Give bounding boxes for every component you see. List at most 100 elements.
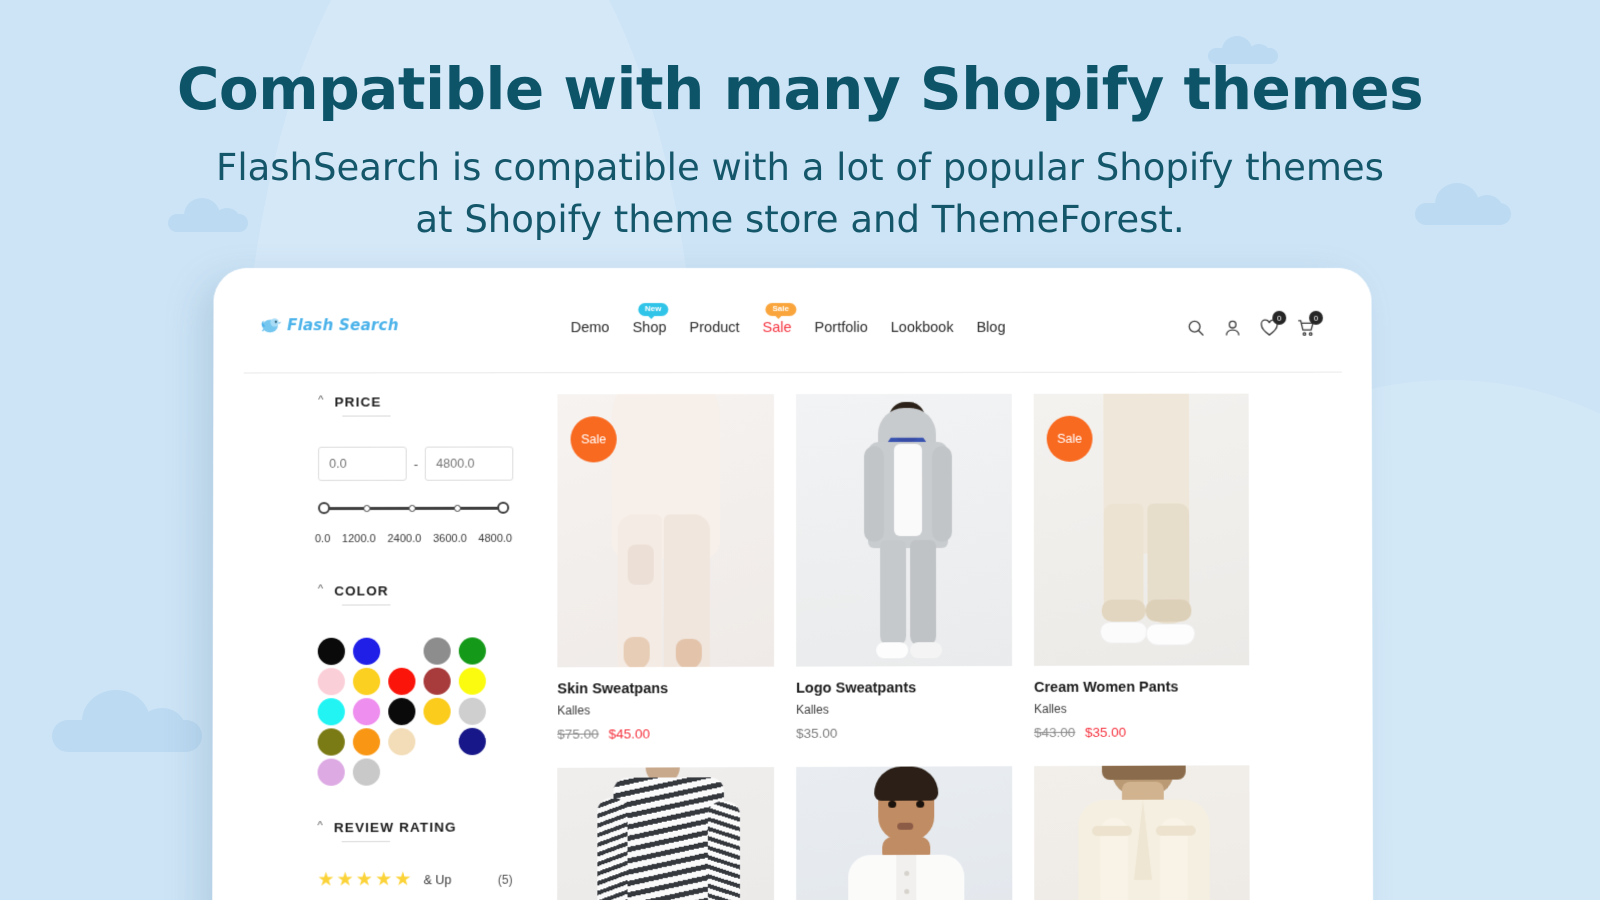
product-photo-cream-lace-blouse <box>1034 765 1250 900</box>
nav-item-sale-label: Sale <box>762 320 792 337</box>
nav-item-lookbook[interactable]: Lookbook <box>891 320 954 336</box>
color-swatch[interactable] <box>317 698 345 726</box>
product-card[interactable]: Sale Cream Women Pants Kalles $43.00 $35… <box>1033 393 1250 740</box>
color-swatch[interactable] <box>458 697 486 725</box>
review-rating-count: (5) <box>497 872 513 887</box>
color-swatch[interactable] <box>458 637 486 665</box>
color-swatch[interactable] <box>353 637 381 665</box>
store-logo[interactable]: Flash Search <box>260 316 399 334</box>
color-swatch[interactable] <box>423 697 451 726</box>
product-image[interactable] <box>796 393 1013 667</box>
search-icon[interactable] <box>1186 318 1206 338</box>
product-image[interactable]: Sale <box>557 394 775 668</box>
nav-item-demo-label: Demo <box>570 320 610 337</box>
filter-review-header[interactable]: ^ REVIEW RATING <box>317 819 534 836</box>
color-swatch[interactable] <box>423 667 451 695</box>
nav-item-demo[interactable]: Demo <box>571 320 610 336</box>
nav-item-blog-label: Blog <box>976 319 1006 336</box>
flash-search-bird-icon <box>260 316 282 334</box>
price-range-slider[interactable] <box>317 501 510 516</box>
product-image[interactable] <box>1034 765 1250 900</box>
color-swatch[interactable] <box>423 637 451 665</box>
cloud-icon-bottom-left <box>52 690 202 752</box>
nav-item-portfolio[interactable]: Portfolio <box>815 320 868 336</box>
color-swatch[interactable] <box>317 667 345 696</box>
color-swatch[interactable] <box>317 728 345 756</box>
product-card[interactable] <box>796 766 1013 900</box>
price-range-separator: - <box>413 456 419 472</box>
price-tick-label-1: 1200.0 <box>341 533 376 546</box>
nav-item-product[interactable]: Product <box>689 320 739 336</box>
wishlist-count-badge: 0 <box>1272 310 1287 325</box>
product-image[interactable] <box>796 766 1013 900</box>
color-swatch[interactable] <box>317 637 346 666</box>
product-sale-price: $45.00 <box>608 726 651 742</box>
price-tick-label-0: 0.0 <box>314 533 331 546</box>
color-swatch[interactable] <box>352 698 381 726</box>
product-card[interactable]: Logo Sweatpants Kalles $35.00 <box>796 393 1013 741</box>
product-image[interactable]: Sale <box>1033 393 1250 666</box>
filter-color-title: COLOR <box>334 583 389 599</box>
color-swatch[interactable] <box>317 758 345 786</box>
product-photo-white-henley <box>796 766 1013 900</box>
product-card[interactable]: Sale Skin Sweatpans Kalles $75.00 $45.00 <box>557 394 775 742</box>
filter-color-header[interactable]: ^ COLOR <box>318 583 534 599</box>
price-range-inputs: - <box>318 446 534 481</box>
filter-color: ^ COLOR <box>317 583 535 786</box>
color-swatch[interactable] <box>458 667 486 695</box>
product-vendor: Kalles <box>1034 701 1067 716</box>
star-icon: ★ <box>394 869 412 891</box>
price-max-input[interactable] <box>425 446 514 481</box>
color-swatch[interactable] <box>352 758 381 786</box>
color-swatch[interactable] <box>388 667 416 695</box>
header-divider <box>243 371 1342 374</box>
product-card[interactable] <box>1034 765 1250 900</box>
color-swatch[interactable] <box>458 727 486 756</box>
product-vendor: Kalles <box>796 702 829 717</box>
filter-color-underline <box>342 604 391 606</box>
review-rating-row[interactable]: ★ ★ ★ ★ ★ & Up (5) <box>317 869 534 891</box>
page-subtitle-line1: FlashSearch is compatible with a lot of … <box>216 145 1384 189</box>
price-slider-tick-3 <box>453 504 461 512</box>
price-min-input[interactable] <box>318 446 407 481</box>
chevron-up-icon: ^ <box>317 583 324 596</box>
color-swatch-empty <box>423 728 450 755</box>
color-swatch[interactable] <box>352 667 381 696</box>
color-swatch-grid <box>317 637 500 786</box>
cart-count-badge: 0 <box>1309 310 1323 325</box>
star-icon: ★ <box>336 869 354 891</box>
color-swatch[interactable] <box>388 728 416 756</box>
product-photo-striped-top <box>557 767 775 900</box>
filter-price-underline <box>342 415 391 417</box>
chevron-up-icon: ^ <box>318 394 324 407</box>
nav-item-lookbook-label: Lookbook <box>890 319 954 336</box>
wishlist-icon[interactable]: 0 <box>1259 310 1287 338</box>
product-prices: $43.00 $35.00 <box>1034 724 1249 740</box>
nav-item-shop[interactable]: New Shop <box>632 303 669 337</box>
product-prices: $75.00 $45.00 <box>557 726 774 742</box>
color-swatch[interactable] <box>388 697 416 726</box>
star-icon: ★ <box>374 869 393 891</box>
product-old-price: $75.00 <box>557 726 599 742</box>
product-image[interactable] <box>557 767 775 900</box>
nav-item-shop-label: Shop <box>632 320 667 337</box>
nav-badge-sale: Sale <box>765 303 796 317</box>
nav-item-sale[interactable]: Sale Sale <box>762 303 796 337</box>
filter-price-title: PRICE <box>334 394 382 410</box>
store-logo-text: Flash Search <box>287 316 399 335</box>
price-slider-knob-min[interactable] <box>317 502 331 515</box>
cart-icon[interactable]: 0 <box>1296 310 1323 338</box>
product-name: Skin Sweatpans <box>557 681 669 698</box>
product-old-price: $43.00 <box>1034 724 1076 741</box>
product-grid: Sale Skin Sweatpans Kalles $75.00 $45.00 <box>557 393 1250 900</box>
nav-item-blog[interactable]: Blog <box>976 320 1005 336</box>
account-icon[interactable] <box>1223 318 1243 338</box>
product-name: Logo Sweatpants <box>796 680 917 697</box>
price-slider-knob-max[interactable] <box>497 501 510 514</box>
price-tick-label-2: 2400.0 <box>387 532 422 546</box>
product-card[interactable] <box>557 767 775 900</box>
filter-price-header[interactable]: ^ PRICE <box>318 394 534 409</box>
filter-review-title: REVIEW RATING <box>333 819 457 836</box>
star-icon: ★ <box>317 869 335 891</box>
color-swatch[interactable] <box>352 728 381 756</box>
